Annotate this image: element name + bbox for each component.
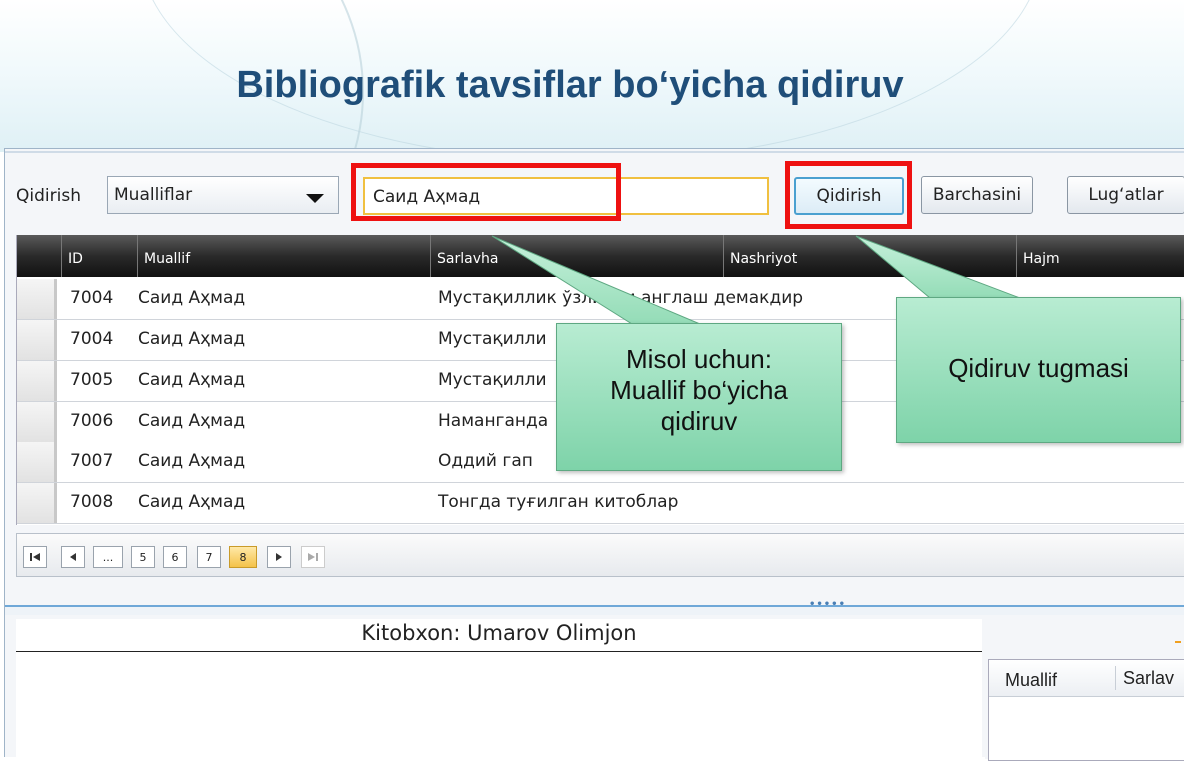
cell-title: Мустақиллик ўзликни англаш демакдир <box>438 288 804 308</box>
cell-author: Саид Аҳмад <box>138 492 246 512</box>
search-field-combo[interactable]: Mualliflar <box>107 176 339 214</box>
cell-author: Саид Аҳмад <box>138 451 246 471</box>
side-panel: Muallif Sarlav <box>985 619 1184 761</box>
panel-splitter[interactable]: ••••• <box>5 599 1184 615</box>
table-row[interactable]: 7008 Саид Аҳмад Тонгда туғилган китоблар <box>17 483 1184 524</box>
last-page-icon[interactable] <box>301 546 325 568</box>
table-header: ID Muallif Sarlavha Nashriyot Hajm <box>17 235 1184 277</box>
dictionaries-button[interactable]: Lug‘atlar <box>1067 176 1184 214</box>
side-column-author[interactable]: Muallif <box>1005 670 1057 691</box>
page-7[interactable]: 7 <box>197 546 221 568</box>
combo-value: Mualliflar <box>114 185 193 205</box>
row-selector[interactable] <box>17 483 57 523</box>
column-header-author[interactable]: Muallif <box>137 235 429 277</box>
previous-page-icon[interactable] <box>61 546 85 568</box>
cell-id: 7008 <box>70 492 114 512</box>
first-page-icon[interactable] <box>23 546 47 568</box>
cell-title: Оддий гап <box>438 451 533 471</box>
reader-panel: Kitobxon: Umarov Olimjon <box>16 619 982 759</box>
cell-title: Тонгда туғилган китоблар <box>438 492 679 512</box>
callout-line: Misol uchun: <box>626 344 772 374</box>
reader-divider <box>16 651 982 652</box>
cell-id: 7004 <box>70 288 114 308</box>
row-selector[interactable] <box>17 320 57 360</box>
page-ellipsis[interactable]: ... <box>93 546 123 568</box>
row-selector[interactable] <box>17 442 57 482</box>
side-table: Muallif Sarlav <box>988 659 1184 761</box>
callout-line: Muallif bo‘yicha <box>610 375 788 405</box>
cell-author: Саид Аҳмад <box>138 370 246 390</box>
page-title: Bibliografik tavsiflar bo‘yicha qidiruv <box>236 64 904 106</box>
reader-title: Kitobxon: Umarov Olimjon <box>361 621 637 645</box>
author-search-callout: Misol uchun: Muallif bo‘yicha qidiruv <box>556 323 842 471</box>
page-5[interactable]: 5 <box>131 546 155 568</box>
next-page-icon[interactable] <box>267 546 291 568</box>
cell-author: Саид Аҳмад <box>138 288 246 308</box>
column-header-size[interactable]: Hajm <box>1016 235 1184 277</box>
side-table-header: Muallif Sarlav <box>989 660 1184 697</box>
search-label: Qidirish <box>16 186 81 206</box>
column-divider <box>1115 666 1116 690</box>
cell-title: Мустақилли <box>438 370 547 390</box>
cell-title: Наманганда <box>438 411 549 431</box>
row-selector[interactable] <box>17 279 57 319</box>
column-header-publisher[interactable]: Nashriyot <box>723 235 1015 277</box>
row-selector[interactable] <box>17 361 57 401</box>
cell-author: Саид Аҳмад <box>138 411 246 431</box>
cell-title: Мустақилли <box>438 329 547 349</box>
search-button-highlight <box>785 161 912 229</box>
cell-id: 7004 <box>70 329 114 349</box>
chevron-down-icon[interactable] <box>306 194 324 203</box>
page-6[interactable]: 6 <box>163 546 187 568</box>
cell-author: Саид Аҳмад <box>138 329 246 349</box>
cell-id: 7005 <box>70 370 114 390</box>
splitter-grip-icon[interactable]: ••••• <box>809 599 846 610</box>
row-selector[interactable] <box>17 402 57 442</box>
show-all-button[interactable]: Barchasini <box>921 176 1033 214</box>
window-top-border <box>5 151 1184 153</box>
row-selector-header <box>17 235 57 277</box>
callout-line: qidiruv <box>660 406 738 436</box>
cell-id: 7007 <box>70 451 114 471</box>
column-header-title[interactable]: Sarlavha <box>430 235 722 277</box>
pager: ... 5 6 7 8 <box>16 533 1184 577</box>
search-button-callout: Qidiruv tugmasi <box>896 297 1181 443</box>
column-header-id[interactable]: ID <box>61 235 137 277</box>
search-input-highlight <box>351 163 621 221</box>
cell-id: 7006 <box>70 411 114 431</box>
side-panel-accent <box>1175 641 1181 643</box>
side-column-title[interactable]: Sarlav <box>1123 668 1174 689</box>
page-8-current[interactable]: 8 <box>229 546 257 568</box>
